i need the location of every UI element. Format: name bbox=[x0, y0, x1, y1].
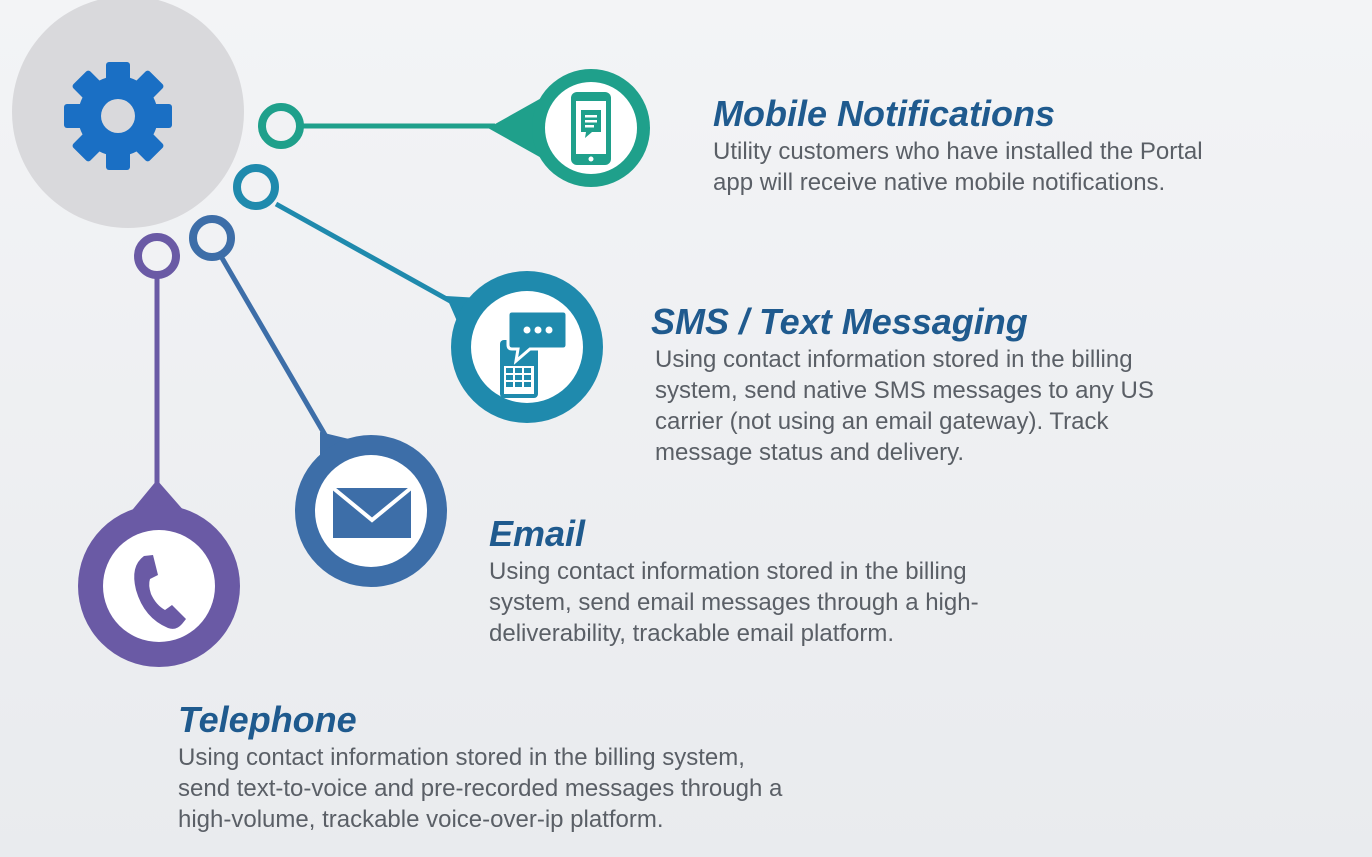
email-title: Email bbox=[489, 513, 586, 554]
connector-telephone bbox=[134, 233, 180, 490]
connector-sms bbox=[233, 164, 454, 305]
mobile-notifications-block: Mobile Notifications Utility customers w… bbox=[713, 94, 1368, 198]
telephone-block: Telephone Using contact information stor… bbox=[178, 700, 978, 835]
telephone-title: Telephone bbox=[178, 699, 357, 740]
mobile-phone-message-icon bbox=[571, 92, 611, 165]
telephone-description: Using contact information stored in the … bbox=[178, 744, 783, 833]
telephone-node bbox=[78, 480, 240, 667]
email-node bbox=[295, 432, 447, 587]
sms-description: Using contact information stored in the … bbox=[655, 346, 1154, 466]
sms-block: SMS / Text Messaging Using contact infor… bbox=[651, 302, 1351, 468]
mobile-notifications-title: Mobile Notifications bbox=[713, 93, 1055, 134]
mobile-node bbox=[488, 69, 650, 187]
connector-email bbox=[189, 215, 331, 442]
email-block: Email Using contact information stored i… bbox=[489, 514, 1189, 649]
sms-title: SMS / Text Messaging bbox=[651, 301, 1028, 342]
connector-mobile bbox=[258, 103, 495, 149]
mobile-notifications-description: Utility customers who have installed the… bbox=[713, 138, 1203, 196]
gear-icon bbox=[64, 62, 172, 170]
email-description: Using contact information stored in the … bbox=[489, 558, 979, 647]
sms-node bbox=[446, 271, 603, 423]
envelope-icon bbox=[331, 486, 413, 538]
